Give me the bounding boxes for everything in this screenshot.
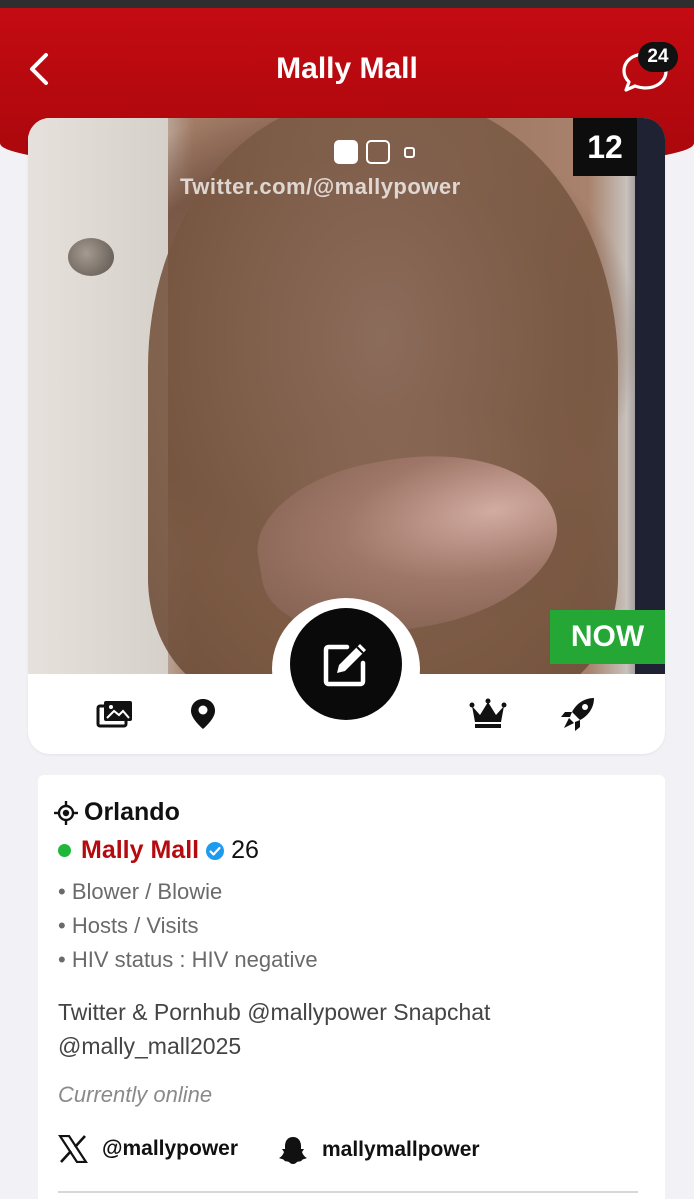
detail-item: • HIV status : HIV negative <box>58 947 318 972</box>
verified-badge-icon <box>206 841 225 860</box>
profile-age: 26 <box>231 836 259 864</box>
gallery-dot-active[interactable] <box>334 140 358 164</box>
location-pin-icon <box>191 699 215 729</box>
profile-info: Orlando Mally Mall 26 • Blower / Blowie … <box>38 775 665 1199</box>
city-label: Orlando <box>84 798 180 826</box>
edit-profile-button[interactable] <box>290 608 402 720</box>
gallery-dot[interactable] <box>404 146 415 158</box>
crown-icon <box>469 698 507 728</box>
detail-item: • Blower / Blowie <box>58 879 223 904</box>
photo-watermark: Twitter.com/@mallypower <box>180 174 461 199</box>
online-indicator <box>58 844 71 857</box>
profile-details: • Blower / Blowie • Hosts / Visits • HIV… <box>58 875 318 977</box>
gallery-indicator <box>334 140 415 164</box>
profile-bio: Twitter & Pornhub @mallypower Snapchat @… <box>58 999 491 1059</box>
snapchat-link[interactable]: mallymallpower <box>278 1135 480 1165</box>
online-status: Currently online <box>58 1082 213 1107</box>
x-link[interactable]: @mallypower <box>58 1135 238 1163</box>
x-handle: @mallypower <box>102 1137 239 1160</box>
location-button[interactable] <box>181 692 225 736</box>
rocket-icon <box>561 698 594 731</box>
x-logo-icon <box>58 1135 88 1163</box>
message-count-badge: 24 <box>638 42 678 72</box>
photos-icon <box>96 701 132 728</box>
now-badge: NOW <box>550 610 665 664</box>
edit-icon <box>323 644 366 687</box>
name-row: Mally Mall 26 <box>58 836 259 865</box>
gallery-dot[interactable] <box>366 140 390 164</box>
status-bar <box>0 0 694 8</box>
profile-name: Mally Mall <box>81 836 200 864</box>
page-title: Mally Mall <box>276 52 418 85</box>
profile-photo[interactable]: Twitter.com/@mallypower 12 NOW <box>28 118 665 674</box>
city-row: Orlando <box>54 798 180 827</box>
boost-button[interactable] <box>556 692 600 736</box>
crosshair-location-icon <box>54 800 78 825</box>
divider <box>58 1191 638 1193</box>
snapchat-handle: mallymallpower <box>322 1138 480 1161</box>
snapchat-ghost-icon <box>279 1137 307 1164</box>
photos-button[interactable] <box>93 692 137 736</box>
premium-button[interactable] <box>466 692 510 736</box>
photo-count: 12 <box>573 118 637 176</box>
detail-item: • Hosts / Visits <box>58 913 199 938</box>
